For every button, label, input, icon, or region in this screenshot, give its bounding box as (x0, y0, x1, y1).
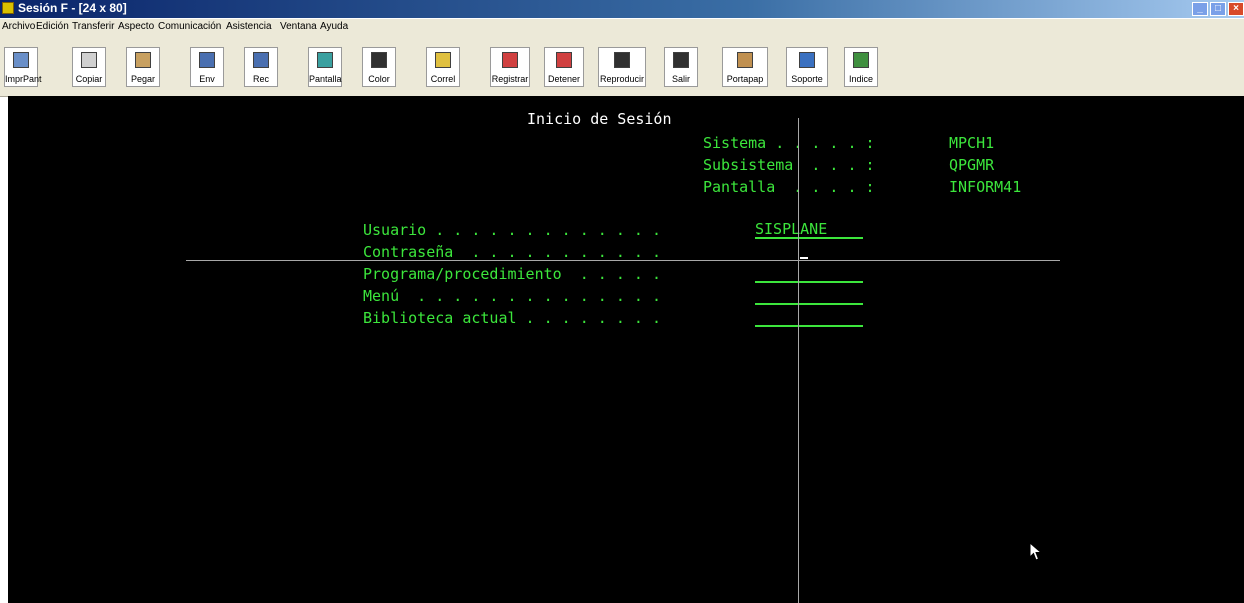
globe-icon (799, 52, 815, 68)
exit-icon (673, 52, 689, 68)
menu-aspecto[interactable]: Aspecto (118, 21, 154, 32)
edit-icon (435, 52, 451, 68)
crosshair-vertical (798, 118, 799, 603)
maximize-button[interactable]: □ (1210, 2, 1226, 16)
info-sistema-value: MPCH1 (949, 134, 995, 152)
copy-icon (81, 52, 97, 68)
display-icon (317, 52, 333, 68)
info-subsistema-label: Subsistema . . . : (703, 156, 875, 174)
programa-input[interactable] (755, 264, 863, 283)
title-bar: Sesión F - [24 x 80] _ □ × (0, 0, 1244, 18)
menu-ventana[interactable]: Ventana (280, 21, 317, 32)
copiar-button[interactable]: Copiar (72, 47, 106, 87)
correl-button[interactable]: Correl (426, 47, 460, 87)
clipboard-icon (737, 52, 753, 68)
color-icon (371, 52, 387, 68)
contrasena-input[interactable] (755, 242, 863, 261)
imprpant-button[interactable]: ImprPant (4, 47, 42, 87)
pegar-button[interactable]: Pegar (126, 47, 160, 87)
text-cursor (800, 257, 808, 259)
env-button[interactable]: Env (190, 47, 224, 87)
app-icon (2, 2, 14, 14)
indice-button[interactable]: Indice (844, 47, 878, 87)
help-index-icon (853, 52, 869, 68)
color-button[interactable]: Color (362, 47, 396, 87)
crosshair-horizontal (186, 260, 1060, 261)
info-subsistema-value: QPGMR (949, 156, 995, 174)
registrar-button[interactable]: Registrar (490, 47, 530, 87)
detener-button[interactable]: Detener (544, 47, 584, 87)
receive-icon (253, 52, 269, 68)
field-usuario-label: Usuario . . . . . . . . . . . . . (363, 221, 662, 239)
play-icon (614, 52, 630, 68)
menu-transferir[interactable]: Transferir (72, 21, 114, 32)
portapap-button[interactable]: Portapap (722, 47, 768, 87)
info-sistema-label: Sistema . . . . . : (703, 134, 875, 152)
menu-edicion[interactable]: Edición (36, 21, 69, 32)
pantalla-button[interactable]: Pantalla (308, 47, 342, 87)
rec-button[interactable]: Rec (244, 47, 278, 87)
field-programa-label: Programa/procedimiento . . . . . (363, 265, 662, 283)
minimize-button[interactable]: _ (1192, 2, 1208, 16)
record-icon (502, 52, 518, 68)
field-contrasena-label: Contraseña . . . . . . . . . . . (363, 243, 662, 261)
toolbar: ImprPant Copiar Pegar Env Rec Pantalla C… (0, 35, 1244, 97)
salir-button[interactable]: Salir (664, 47, 698, 87)
screen-title: Inicio de Sesión (527, 110, 672, 128)
mouse-pointer-icon (1029, 542, 1043, 561)
menu-archivo[interactable]: Archivo (2, 21, 35, 32)
usuario-input[interactable]: SISPLANE (755, 220, 863, 239)
menu-asistencia[interactable]: Asistencia (226, 21, 272, 32)
field-biblioteca-label: Biblioteca actual . . . . . . . . (363, 309, 662, 327)
info-pantalla-label: Pantalla . . . . : (703, 178, 875, 196)
menu-comunicacion[interactable]: Comunicación (158, 21, 221, 32)
send-icon (199, 52, 215, 68)
soporte-button[interactable]: Soporte (786, 47, 828, 87)
paste-icon (135, 52, 151, 68)
terminal-screen[interactable]: Inicio de Sesión Sistema . . . . . : MPC… (8, 96, 1244, 603)
info-pantalla-value: INFORM41 (949, 178, 1022, 196)
biblioteca-input[interactable] (755, 308, 863, 327)
window-title: Sesión F - [24 x 80] (18, 1, 127, 15)
reproducir-button[interactable]: Reproducir (598, 47, 646, 87)
menu-bar: Archivo Edición Transferir Aspecto Comun… (0, 19, 1244, 35)
field-menu-label: Menú . . . . . . . . . . . . . . (363, 287, 662, 305)
close-button[interactable]: × (1228, 2, 1244, 16)
stop-icon (556, 52, 572, 68)
menu-ayuda[interactable]: Ayuda (320, 21, 348, 32)
menu-input[interactable] (755, 286, 863, 305)
print-screen-icon (13, 52, 29, 68)
